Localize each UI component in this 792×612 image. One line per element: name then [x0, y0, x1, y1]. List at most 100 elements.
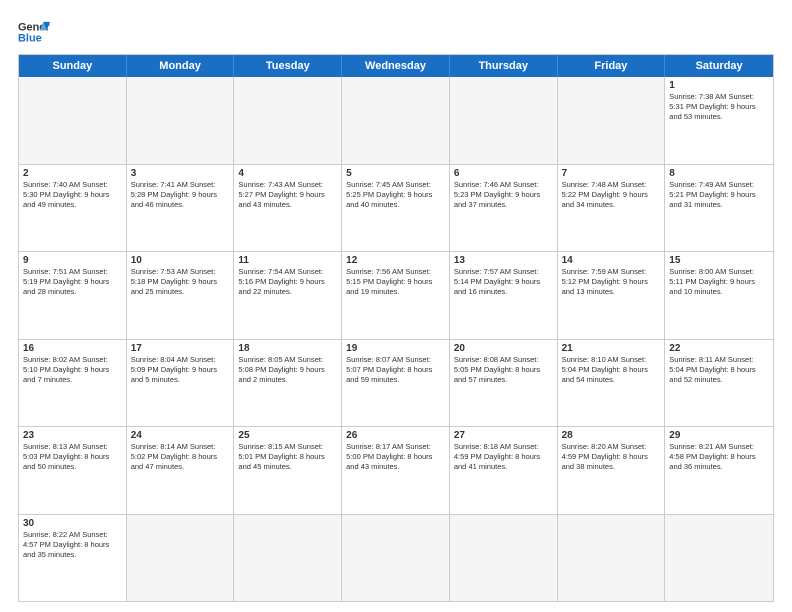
calendar-cell: [234, 77, 342, 164]
day-info: Sunrise: 7:45 AM Sunset: 5:25 PM Dayligh…: [346, 180, 445, 210]
day-info: Sunrise: 7:40 AM Sunset: 5:30 PM Dayligh…: [23, 180, 122, 210]
day-number: 15: [669, 255, 769, 266]
calendar: SundayMondayTuesdayWednesdayThursdayFrid…: [18, 54, 774, 602]
day-info: Sunrise: 7:46 AM Sunset: 5:23 PM Dayligh…: [454, 180, 553, 210]
calendar-row-5: 30Sunrise: 8:22 AM Sunset: 4:57 PM Dayli…: [19, 514, 773, 602]
day-info: Sunrise: 8:05 AM Sunset: 5:08 PM Dayligh…: [238, 355, 337, 385]
calendar-cell: [127, 77, 235, 164]
calendar-cell: 23Sunrise: 8:13 AM Sunset: 5:03 PM Dayli…: [19, 427, 127, 514]
day-info: Sunrise: 7:51 AM Sunset: 5:19 PM Dayligh…: [23, 267, 122, 297]
day-header-wednesday: Wednesday: [342, 55, 450, 77]
day-info: Sunrise: 7:49 AM Sunset: 5:21 PM Dayligh…: [669, 180, 769, 210]
day-info: Sunrise: 7:59 AM Sunset: 5:12 PM Dayligh…: [562, 267, 661, 297]
calendar-row-3: 16Sunrise: 8:02 AM Sunset: 5:10 PM Dayli…: [19, 339, 773, 427]
day-number: 30: [23, 518, 122, 529]
day-info: Sunrise: 7:56 AM Sunset: 5:15 PM Dayligh…: [346, 267, 445, 297]
day-info: Sunrise: 8:20 AM Sunset: 4:59 PM Dayligh…: [562, 442, 661, 472]
logo-icon: General Blue: [18, 18, 50, 46]
calendar-cell: 29Sunrise: 8:21 AM Sunset: 4:58 PM Dayli…: [665, 427, 773, 514]
calendar-cell: [450, 515, 558, 602]
logo: General Blue: [18, 18, 50, 46]
calendar-header: SundayMondayTuesdayWednesdayThursdayFrid…: [19, 55, 773, 77]
calendar-cell: 25Sunrise: 8:15 AM Sunset: 5:01 PM Dayli…: [234, 427, 342, 514]
calendar-cell: 18Sunrise: 8:05 AM Sunset: 5:08 PM Dayli…: [234, 340, 342, 427]
day-number: 2: [23, 168, 122, 179]
day-number: 19: [346, 343, 445, 354]
day-number: 26: [346, 430, 445, 441]
calendar-cell: 6Sunrise: 7:46 AM Sunset: 5:23 PM Daylig…: [450, 165, 558, 252]
calendar-cell: [127, 515, 235, 602]
calendar-cell: 21Sunrise: 8:10 AM Sunset: 5:04 PM Dayli…: [558, 340, 666, 427]
calendar-cell: 8Sunrise: 7:49 AM Sunset: 5:21 PM Daylig…: [665, 165, 773, 252]
day-number: 21: [562, 343, 661, 354]
day-number: 17: [131, 343, 230, 354]
day-number: 12: [346, 255, 445, 266]
calendar-cell: [450, 77, 558, 164]
day-number: 11: [238, 255, 337, 266]
day-info: Sunrise: 8:10 AM Sunset: 5:04 PM Dayligh…: [562, 355, 661, 385]
day-info: Sunrise: 8:08 AM Sunset: 5:05 PM Dayligh…: [454, 355, 553, 385]
calendar-cell: 20Sunrise: 8:08 AM Sunset: 5:05 PM Dayli…: [450, 340, 558, 427]
calendar-row-4: 23Sunrise: 8:13 AM Sunset: 5:03 PM Dayli…: [19, 426, 773, 514]
day-info: Sunrise: 8:13 AM Sunset: 5:03 PM Dayligh…: [23, 442, 122, 472]
header: General Blue: [18, 18, 774, 46]
calendar-cell: [665, 515, 773, 602]
day-info: Sunrise: 7:57 AM Sunset: 5:14 PM Dayligh…: [454, 267, 553, 297]
day-number: 7: [562, 168, 661, 179]
calendar-cell: 13Sunrise: 7:57 AM Sunset: 5:14 PM Dayli…: [450, 252, 558, 339]
calendar-cell: 9Sunrise: 7:51 AM Sunset: 5:19 PM Daylig…: [19, 252, 127, 339]
calendar-cell: 27Sunrise: 8:18 AM Sunset: 4:59 PM Dayli…: [450, 427, 558, 514]
day-info: Sunrise: 8:07 AM Sunset: 5:07 PM Dayligh…: [346, 355, 445, 385]
day-info: Sunrise: 7:43 AM Sunset: 5:27 PM Dayligh…: [238, 180, 337, 210]
calendar-row-2: 9Sunrise: 7:51 AM Sunset: 5:19 PM Daylig…: [19, 251, 773, 339]
calendar-cell: [19, 77, 127, 164]
calendar-cell: 14Sunrise: 7:59 AM Sunset: 5:12 PM Dayli…: [558, 252, 666, 339]
calendar-cell: [342, 77, 450, 164]
calendar-cell: 28Sunrise: 8:20 AM Sunset: 4:59 PM Dayli…: [558, 427, 666, 514]
day-number: 6: [454, 168, 553, 179]
day-number: 22: [669, 343, 769, 354]
day-info: Sunrise: 8:00 AM Sunset: 5:11 PM Dayligh…: [669, 267, 769, 297]
calendar-cell: 1Sunrise: 7:38 AM Sunset: 5:31 PM Daylig…: [665, 77, 773, 164]
day-info: Sunrise: 8:21 AM Sunset: 4:58 PM Dayligh…: [669, 442, 769, 472]
calendar-cell: 5Sunrise: 7:45 AM Sunset: 5:25 PM Daylig…: [342, 165, 450, 252]
day-number: 23: [23, 430, 122, 441]
day-info: Sunrise: 8:22 AM Sunset: 4:57 PM Dayligh…: [23, 530, 122, 560]
calendar-cell: 22Sunrise: 8:11 AM Sunset: 5:04 PM Dayli…: [665, 340, 773, 427]
day-number: 5: [346, 168, 445, 179]
day-header-monday: Monday: [127, 55, 235, 77]
calendar-cell: 19Sunrise: 8:07 AM Sunset: 5:07 PM Dayli…: [342, 340, 450, 427]
day-info: Sunrise: 8:15 AM Sunset: 5:01 PM Dayligh…: [238, 442, 337, 472]
calendar-cell: [558, 77, 666, 164]
day-number: 29: [669, 430, 769, 441]
calendar-cell: 30Sunrise: 8:22 AM Sunset: 4:57 PM Dayli…: [19, 515, 127, 602]
calendar-cell: 11Sunrise: 7:54 AM Sunset: 5:16 PM Dayli…: [234, 252, 342, 339]
day-info: Sunrise: 8:02 AM Sunset: 5:10 PM Dayligh…: [23, 355, 122, 385]
calendar-cell: [342, 515, 450, 602]
day-number: 28: [562, 430, 661, 441]
calendar-cell: 24Sunrise: 8:14 AM Sunset: 5:02 PM Dayli…: [127, 427, 235, 514]
day-info: Sunrise: 8:17 AM Sunset: 5:00 PM Dayligh…: [346, 442, 445, 472]
day-header-tuesday: Tuesday: [234, 55, 342, 77]
day-number: 16: [23, 343, 122, 354]
day-number: 3: [131, 168, 230, 179]
day-number: 4: [238, 168, 337, 179]
calendar-cell: 15Sunrise: 8:00 AM Sunset: 5:11 PM Dayli…: [665, 252, 773, 339]
calendar-cell: 16Sunrise: 8:02 AM Sunset: 5:10 PM Dayli…: [19, 340, 127, 427]
day-number: 13: [454, 255, 553, 266]
day-number: 24: [131, 430, 230, 441]
calendar-cell: 17Sunrise: 8:04 AM Sunset: 5:09 PM Dayli…: [127, 340, 235, 427]
day-number: 8: [669, 168, 769, 179]
day-info: Sunrise: 8:11 AM Sunset: 5:04 PM Dayligh…: [669, 355, 769, 385]
day-number: 25: [238, 430, 337, 441]
day-number: 27: [454, 430, 553, 441]
calendar-cell: 26Sunrise: 8:17 AM Sunset: 5:00 PM Dayli…: [342, 427, 450, 514]
day-info: Sunrise: 7:54 AM Sunset: 5:16 PM Dayligh…: [238, 267, 337, 297]
calendar-cell: 3Sunrise: 7:41 AM Sunset: 5:28 PM Daylig…: [127, 165, 235, 252]
svg-text:Blue: Blue: [18, 32, 42, 44]
day-info: Sunrise: 7:41 AM Sunset: 5:28 PM Dayligh…: [131, 180, 230, 210]
day-number: 20: [454, 343, 553, 354]
day-info: Sunrise: 8:18 AM Sunset: 4:59 PM Dayligh…: [454, 442, 553, 472]
day-header-sunday: Sunday: [19, 55, 127, 77]
day-header-thursday: Thursday: [450, 55, 558, 77]
